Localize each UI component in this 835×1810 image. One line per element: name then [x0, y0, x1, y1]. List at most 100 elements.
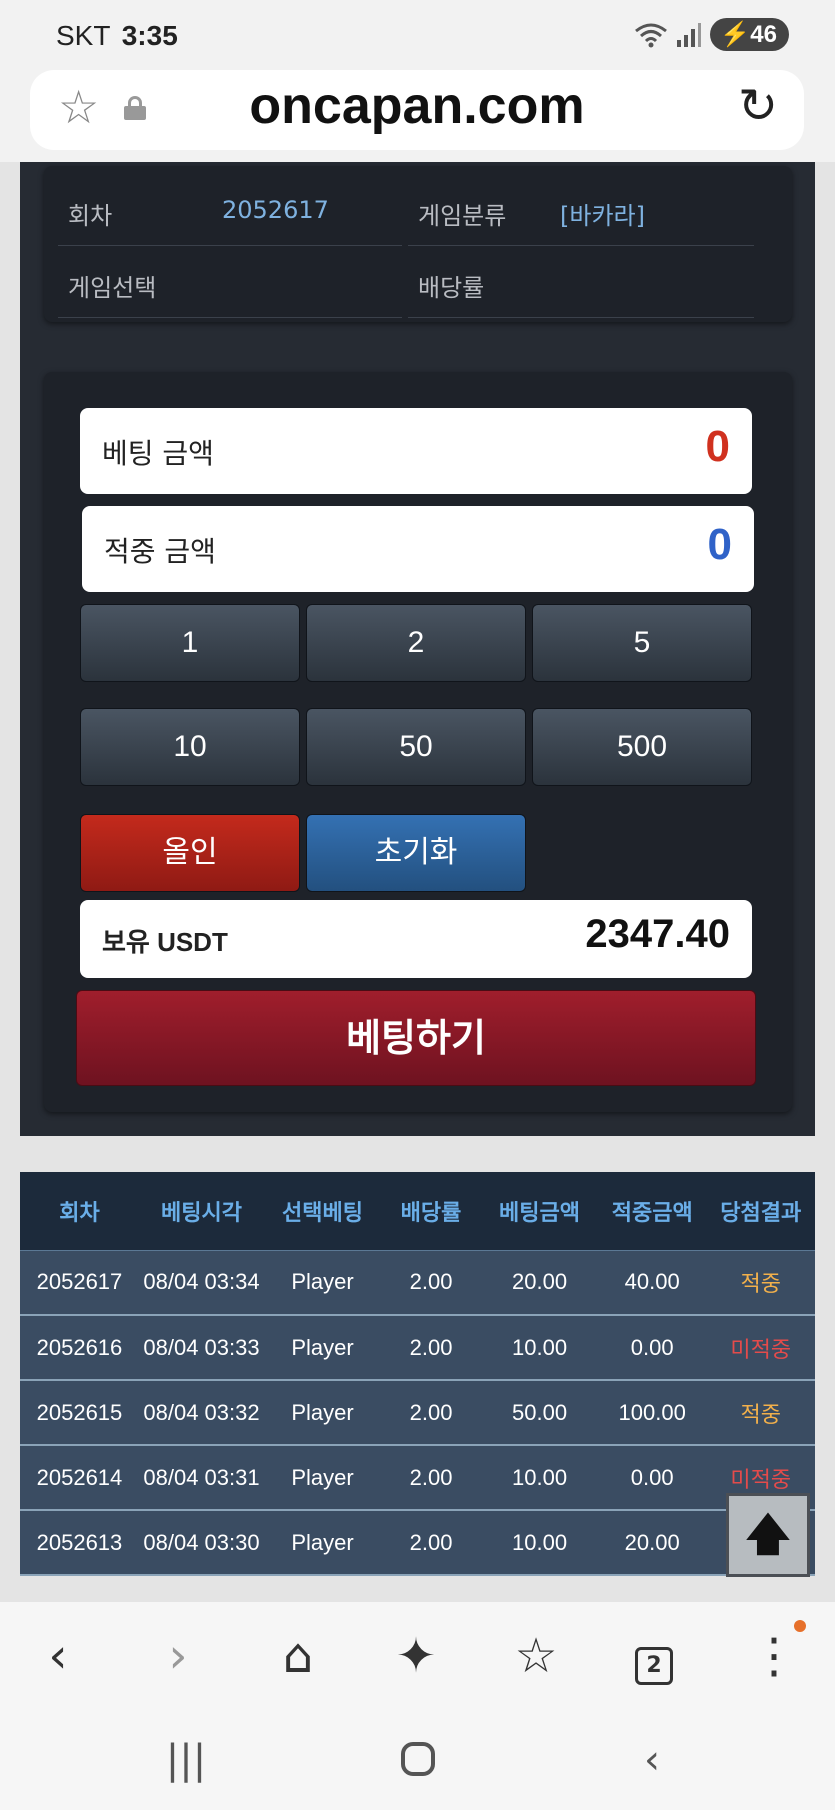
battery-indicator: ⚡46	[710, 18, 789, 51]
table-row: 2052617 08/04 03:34 Player 2.00 20.00 40…	[20, 1250, 815, 1316]
info-round: 회차 2052617	[58, 176, 402, 246]
cell-win: 0.00	[597, 1315, 707, 1381]
table-row: 2052613 08/04 03:30 Player 2.00 10.00 20…	[20, 1510, 815, 1576]
history-header: 베팅시각	[138, 1172, 265, 1251]
history-header: 배당률	[380, 1172, 482, 1251]
cell-time: 08/04 03:32	[138, 1380, 265, 1446]
chip-2-button[interactable]: 2	[306, 604, 526, 682]
cell-pick: Player	[264, 1315, 381, 1381]
info-category-label: 게임분류	[418, 202, 507, 230]
cell-result: 적중	[706, 1250, 815, 1316]
address-bar[interactable]: ☆ oncapan.com ↻	[30, 70, 804, 150]
info-odds: 배당률	[408, 248, 754, 318]
bookmarks-icon[interactable]: ☆	[496, 1624, 576, 1688]
browser-address-area: ☆ oncapan.com ↻	[0, 70, 835, 162]
all-in-button[interactable]: 올인	[80, 814, 300, 892]
bet-amount-label: 베팅 금액	[102, 437, 214, 470]
win-amount-value: 0	[707, 520, 732, 569]
tabs-icon[interactable]: 2	[614, 1624, 694, 1688]
info-round-label: 회차	[68, 202, 113, 230]
cell-win: 20.00	[597, 1510, 707, 1576]
sparkle-icon[interactable]: ✦	[376, 1624, 456, 1688]
history-header: 선택베팅	[264, 1172, 381, 1251]
cell-time: 08/04 03:34	[138, 1250, 265, 1316]
history-header: 당첨결과	[706, 1172, 815, 1251]
cell-win: 40.00	[597, 1250, 707, 1316]
menu-icon[interactable]: ⋮	[734, 1624, 814, 1688]
cell-odds: 2.00	[380, 1250, 482, 1316]
back-icon[interactable]: ‹	[18, 1624, 98, 1688]
recents-icon[interactable]: |||	[146, 1732, 226, 1788]
balance-label: 보유 USDT	[102, 927, 228, 957]
game-info-panel: 회차 2052617 게임분류 [바카라] 게임선택 배당률	[44, 166, 792, 322]
bet-amount-field[interactable]: 베팅 금액 0	[80, 408, 752, 494]
place-bet-button[interactable]: 베팅하기	[76, 990, 756, 1086]
info-selection: 게임선택	[58, 248, 402, 318]
chip-10-button[interactable]: 10	[80, 708, 300, 786]
cell-time: 08/04 03:31	[138, 1445, 265, 1511]
reset-button[interactable]: 초기화	[306, 814, 526, 892]
cell-pick: Player	[264, 1250, 381, 1316]
table-row: 2052614 08/04 03:31 Player 2.00 10.00 0.…	[20, 1445, 815, 1511]
signal-icon	[677, 22, 702, 47]
reload-icon[interactable]: ↻	[738, 82, 778, 130]
page-content: 회차 2052617 게임분류 [바카라] 게임선택 배당률 베팅 금액 0 적…	[0, 162, 835, 1602]
info-round-value: 2052617	[222, 196, 329, 224]
cell-pick: Player	[264, 1510, 381, 1576]
cell-round: 2052617	[20, 1250, 139, 1316]
forward-icon[interactable]: ›	[138, 1624, 218, 1688]
chip-500-button[interactable]: 500	[532, 708, 752, 786]
info-odds-label: 배당률	[418, 274, 485, 302]
chip-5-button[interactable]: 5	[532, 604, 752, 682]
bet-panel: 베팅 금액 0 적중 금액 0 1 2 5 10 50 500 올인 초기화 보…	[44, 372, 792, 1112]
nav-back-icon[interactable]: ‹	[612, 1732, 692, 1788]
carrier-name: SKT	[56, 20, 110, 51]
cell-round: 2052614	[20, 1445, 139, 1511]
notification-dot	[794, 1620, 806, 1632]
balance-box: 보유 USDT 2347.40	[80, 900, 752, 978]
cell-result: 미적중	[706, 1315, 815, 1381]
scroll-top-button[interactable]: 🡅	[726, 1493, 810, 1577]
history-header: 회차	[20, 1172, 139, 1251]
home-icon[interactable]: ⌂	[258, 1624, 338, 1688]
chip-50-button[interactable]: 50	[306, 708, 526, 786]
cell-odds: 2.00	[380, 1445, 482, 1511]
history-header: 베팅금액	[481, 1172, 598, 1251]
info-selection-label: 게임선택	[68, 274, 157, 302]
cell-pick: Player	[264, 1445, 381, 1511]
win-amount-field: 적중 금액 0	[82, 506, 754, 592]
cell-pick: Player	[264, 1380, 381, 1446]
balance-value: 2347.40	[585, 912, 730, 956]
cell-odds: 2.00	[380, 1510, 482, 1576]
table-row: 2052615 08/04 03:32 Player 2.00 50.00 10…	[20, 1380, 815, 1446]
cell-win: 100.00	[597, 1380, 707, 1446]
cell-time: 08/04 03:30	[138, 1510, 265, 1576]
cell-time: 08/04 03:33	[138, 1315, 265, 1381]
cell-bet: 10.00	[481, 1510, 598, 1576]
history-header: 적중금액	[597, 1172, 707, 1251]
clock: 3:35	[121, 20, 178, 51]
nav-home-icon[interactable]	[378, 1732, 458, 1788]
cell-bet: 10.00	[481, 1315, 598, 1381]
system-nav-bar: ||| ‹	[0, 1712, 835, 1810]
tab-count: 2	[635, 1647, 673, 1685]
history-header-row: 회차 베팅시각 선택베팅 배당률 베팅금액 적중금액 당첨결과	[20, 1172, 815, 1251]
cell-round: 2052613	[20, 1510, 139, 1576]
cell-round: 2052616	[20, 1315, 139, 1381]
cell-odds: 2.00	[380, 1315, 482, 1381]
table-row: 2052616 08/04 03:33 Player 2.00 10.00 0.…	[20, 1315, 815, 1381]
arrow-up-icon: 🡅	[745, 1509, 791, 1560]
bet-amount-value: 0	[705, 422, 730, 471]
cell-odds: 2.00	[380, 1380, 482, 1446]
info-category-value: [바카라]	[560, 202, 645, 230]
wifi-icon	[635, 23, 668, 47]
cell-result: 적중	[706, 1380, 815, 1446]
chip-1-button[interactable]: 1	[80, 604, 300, 682]
bet-history-table: 회차 베팅시각 선택베팅 배당률 베팅금액 적중금액 당첨결과 2052617 …	[20, 1172, 815, 1576]
url-text[interactable]: oncapan.com	[30, 76, 804, 136]
browser-toolbar: ‹ › ⌂ ✦ ☆ 2 ⋮	[0, 1602, 835, 1712]
cell-win: 0.00	[597, 1445, 707, 1511]
carrier-time: SKT 3:35	[56, 20, 178, 52]
battery-level: 46	[750, 21, 777, 48]
status-bar: SKT 3:35 ⚡46	[0, 0, 835, 70]
